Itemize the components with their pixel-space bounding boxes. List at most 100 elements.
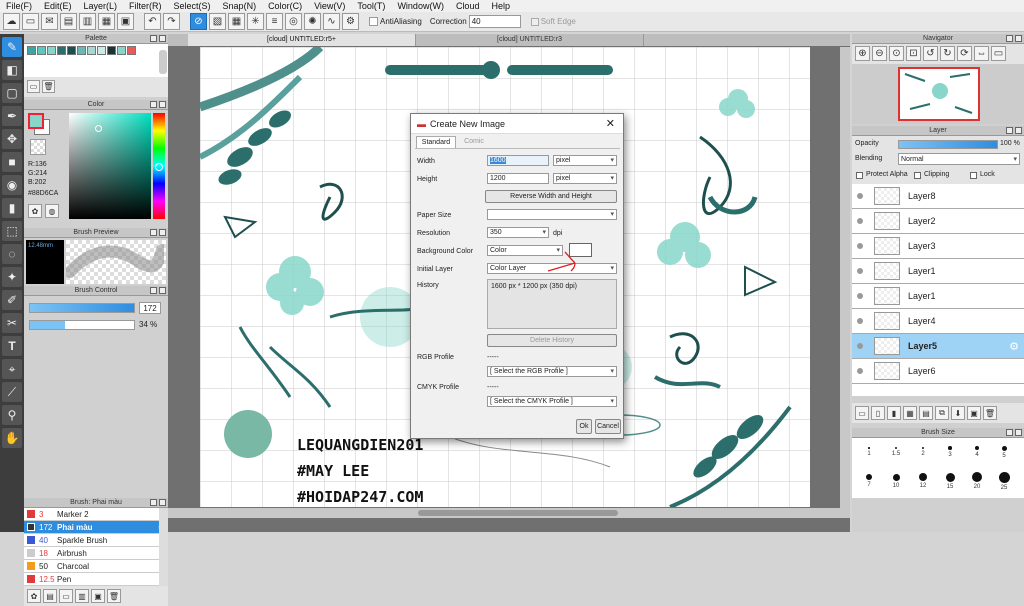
menu-cloud[interactable]: Cloud bbox=[450, 1, 486, 11]
visibility-icon[interactable] bbox=[857, 343, 863, 349]
cmyk-profile-select[interactable]: [ Select the CMYK Profile ] bbox=[487, 396, 617, 407]
merge-down-icon[interactable]: ⬇ bbox=[951, 406, 965, 420]
hand-tool-icon[interactable]: ✋ bbox=[2, 428, 22, 448]
protect-alpha-checkbox[interactable] bbox=[856, 172, 863, 179]
gradient-tool-icon[interactable]: ▮ bbox=[2, 198, 22, 218]
select-tool-icon[interactable]: ⬚ bbox=[2, 221, 22, 241]
ok-button[interactable]: Ok bbox=[576, 419, 592, 434]
shape-tool-icon[interactable]: ■ bbox=[2, 152, 22, 172]
transparent-color[interactable] bbox=[30, 139, 46, 155]
layer-row[interactable]: Layer3 bbox=[852, 234, 1024, 259]
layer-opacity-slider[interactable] bbox=[898, 140, 998, 149]
menu-file[interactable]: File(F) bbox=[0, 1, 38, 11]
new-layer-8bit-icon[interactable]: ▯ bbox=[871, 406, 885, 420]
brush-opacity-slider[interactable] bbox=[29, 320, 135, 330]
tab-comic[interactable]: Comic bbox=[456, 136, 492, 148]
tab-untitled-r3[interactable]: [cloud] UNTITLED:r3 bbox=[416, 34, 644, 46]
brush-size-cell[interactable]: 10 bbox=[883, 467, 909, 495]
navigator-viewport[interactable] bbox=[898, 67, 980, 121]
select-eraser-icon[interactable]: ✂ bbox=[2, 313, 22, 333]
brush-list-scrollbar[interactable] bbox=[159, 508, 168, 586]
menu-filter[interactable]: Filter(R) bbox=[123, 1, 168, 11]
comment-icon[interactable]: ✉ bbox=[41, 13, 58, 30]
brush-size-cell[interactable]: 4 bbox=[964, 438, 990, 466]
menu-color[interactable]: Color(C) bbox=[262, 1, 308, 11]
palette-swatch[interactable] bbox=[127, 46, 136, 55]
brush-size-cell[interactable]: 20 bbox=[964, 467, 990, 495]
radial-icon[interactable]: ✺ bbox=[304, 13, 321, 30]
color-wheel-icon[interactable]: ✿ bbox=[28, 204, 42, 218]
palette-swatch[interactable] bbox=[27, 46, 36, 55]
cancel-button[interactable]: Cancel bbox=[595, 419, 621, 434]
menu-tool[interactable]: Tool(T) bbox=[351, 1, 391, 11]
menu-view[interactable]: View(V) bbox=[308, 1, 351, 11]
window-icon[interactable]: ▤ bbox=[60, 13, 77, 30]
brush-item[interactable]: 50 Charcoal bbox=[24, 560, 168, 573]
visibility-icon[interactable] bbox=[857, 193, 863, 199]
clear-layer-icon[interactable]: ▣ bbox=[967, 406, 981, 420]
new-layer-1bit-icon[interactable]: ▮ bbox=[887, 406, 901, 420]
brush-size-cell[interactable]: 2 bbox=[910, 438, 936, 466]
rotate-right-icon[interactable]: ↻ bbox=[940, 46, 955, 61]
menu-help[interactable]: Help bbox=[485, 1, 516, 11]
menu-edit[interactable]: Edit(E) bbox=[38, 1, 78, 11]
divide-tool-icon[interactable]: ⌖ bbox=[2, 359, 22, 379]
tab-standard[interactable]: Standard bbox=[416, 136, 456, 148]
bucket-tool-icon[interactable]: ◉ bbox=[2, 175, 22, 195]
canvas-vertical-scrollbar[interactable] bbox=[840, 47, 850, 508]
eraser-tool-icon[interactable]: ◧ bbox=[2, 60, 22, 80]
visibility-icon[interactable] bbox=[857, 368, 863, 374]
palette-swatch[interactable] bbox=[47, 46, 56, 55]
height-input[interactable]: 1200 bbox=[487, 173, 549, 184]
paper-size-select[interactable] bbox=[487, 209, 617, 220]
menu-snap[interactable]: Snap(N) bbox=[217, 1, 263, 11]
height-unit-select[interactable]: pixel bbox=[553, 173, 617, 184]
select-pen-icon[interactable]: ✐ bbox=[2, 290, 22, 310]
hue-slider[interactable] bbox=[153, 113, 165, 219]
visibility-icon[interactable] bbox=[857, 318, 863, 324]
fit-icon[interactable]: ⊡ bbox=[906, 46, 921, 61]
color-mixer-icon[interactable]: ◍ bbox=[45, 204, 59, 218]
layer-row-selected[interactable]: Layer5 ⚙ bbox=[852, 334, 1024, 359]
brush-size-cell[interactable]: 15 bbox=[937, 467, 963, 495]
delete-layer-icon[interactable]: 🗑 bbox=[983, 406, 997, 420]
brush-tool-icon[interactable]: ✎ bbox=[2, 37, 22, 57]
hscroll-thumb[interactable] bbox=[418, 510, 618, 516]
delete-history-button[interactable]: Delete History bbox=[487, 334, 617, 347]
navigator-preview[interactable] bbox=[852, 64, 1024, 124]
layer-row[interactable]: Layer2 bbox=[852, 209, 1024, 234]
brush-item[interactable]: 18 Airbrush bbox=[24, 547, 168, 560]
antialias-checkbox[interactable] bbox=[369, 17, 378, 26]
blending-select[interactable]: Normal bbox=[898, 153, 1020, 165]
duplicate-layer-icon[interactable]: ⧉ bbox=[935, 406, 949, 420]
lasso-tool-icon[interactable]: ◌ bbox=[2, 244, 22, 264]
knife-tool-icon[interactable]: ⟋ bbox=[2, 382, 22, 402]
pen-tool-icon[interactable]: ✒ bbox=[2, 106, 22, 126]
text-tool-icon[interactable]: T bbox=[2, 336, 22, 356]
lock-checkbox[interactable] bbox=[970, 172, 977, 179]
brush-size-cell[interactable]: 5 bbox=[991, 438, 1017, 466]
resolution-select[interactable]: 350 bbox=[487, 227, 549, 238]
palette-swatch[interactable] bbox=[57, 46, 66, 55]
menu-window[interactable]: Window(W) bbox=[391, 1, 450, 11]
zoom-in-icon[interactable]: ⊕ bbox=[855, 46, 870, 61]
brush-import-icon[interactable]: ▥ bbox=[75, 589, 89, 603]
brush-size-cell[interactable]: 1 bbox=[856, 438, 882, 466]
palette-swatch[interactable] bbox=[37, 46, 46, 55]
palette-swatch[interactable] bbox=[77, 46, 86, 55]
zoom-reset-icon[interactable]: ⊙ bbox=[889, 46, 904, 61]
layer-settings-icon[interactable]: ⚙ bbox=[1009, 340, 1019, 353]
delete-swatch-icon[interactable]: 🗑 bbox=[42, 80, 55, 93]
new-file-icon[interactable]: ▭ bbox=[22, 13, 39, 30]
no-select-icon[interactable]: ⊘ bbox=[190, 13, 207, 30]
redo-icon[interactable]: ↷ bbox=[163, 13, 180, 30]
magic-wand-icon[interactable]: ✦ bbox=[2, 267, 22, 287]
brush-size-slider[interactable] bbox=[29, 303, 135, 313]
width-unit-select[interactable]: pixel bbox=[553, 155, 617, 166]
brush-item[interactable]: 40 Sparkle Brush bbox=[24, 534, 168, 547]
foreground-color[interactable] bbox=[28, 113, 44, 129]
canvas-horizontal-scrollbar[interactable] bbox=[168, 508, 850, 518]
snap-settings-icon[interactable]: ⚙ bbox=[342, 13, 359, 30]
palette-swatch[interactable] bbox=[67, 46, 76, 55]
brush-size-value[interactable]: 172 bbox=[139, 302, 161, 314]
